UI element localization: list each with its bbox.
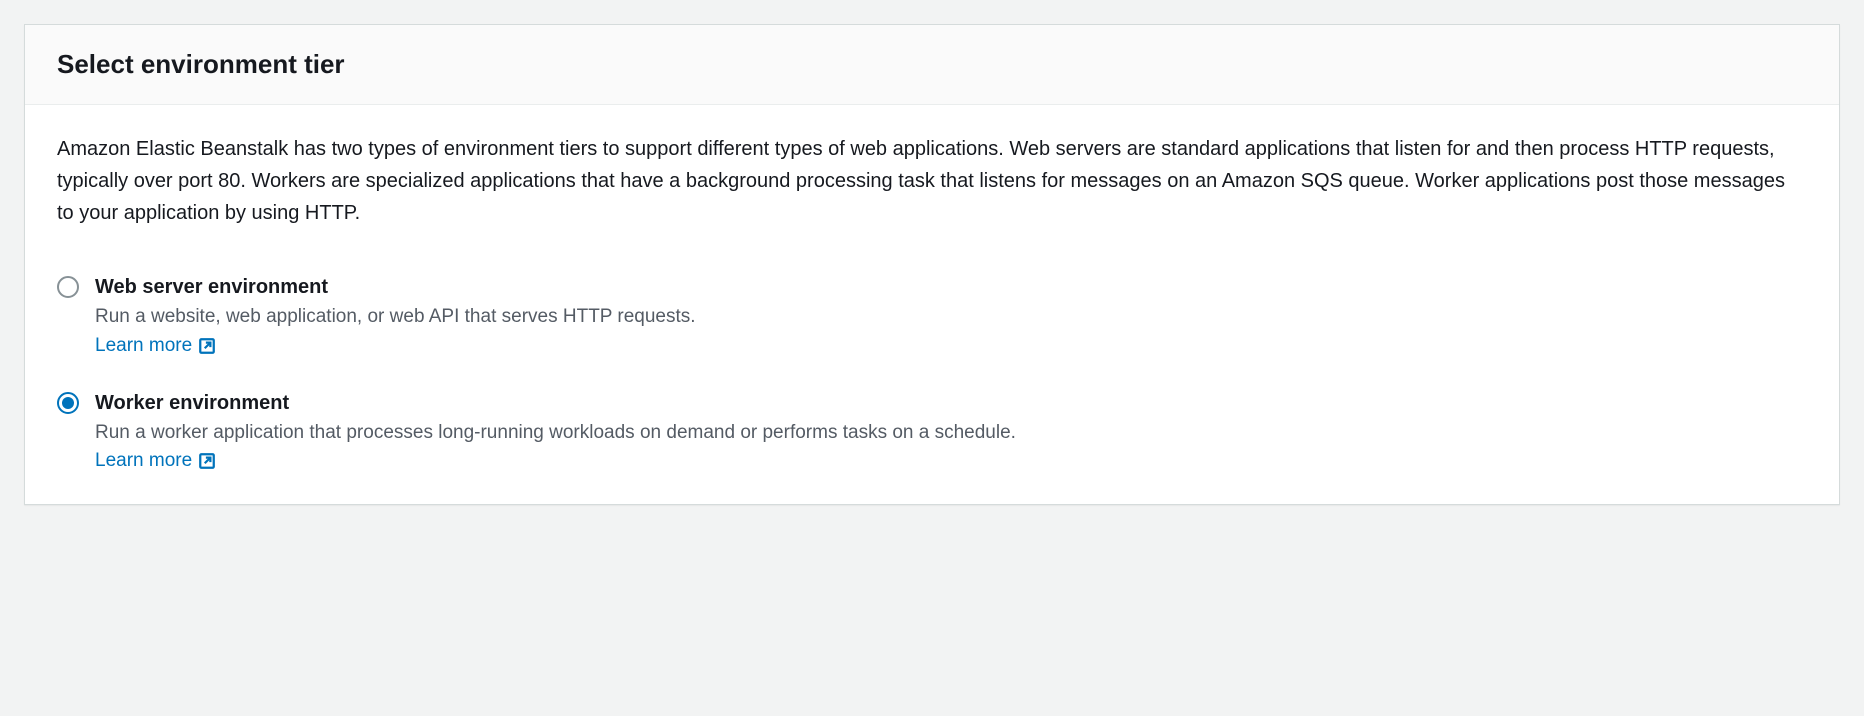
panel-body: Amazon Elastic Beanstalk has two types o… [25, 105, 1839, 504]
panel-description: Amazon Elastic Beanstalk has two types o… [57, 133, 1807, 229]
learn-more-link-web[interactable]: Learn more [95, 335, 216, 357]
learn-more-row-web: Learn more [95, 335, 1807, 357]
radio-content-web-server: Web server environment Run a website, we… [95, 273, 1807, 357]
radio-button-worker[interactable] [57, 392, 79, 414]
radio-option-worker[interactable]: Worker environment Run a worker applicat… [57, 389, 1807, 473]
panel-header: Select environment tier [25, 25, 1839, 105]
radio-content-worker: Worker environment Run a worker applicat… [95, 389, 1807, 473]
radio-title-web-server: Web server environment [95, 273, 1807, 301]
panel-title: Select environment tier [57, 49, 1807, 80]
environment-tier-panel: Select environment tier Amazon Elastic B… [24, 24, 1840, 505]
radio-option-web-server[interactable]: Web server environment Run a website, we… [57, 273, 1807, 357]
external-link-icon [198, 452, 216, 470]
radio-title-worker: Worker environment [95, 389, 1807, 417]
learn-more-label-web: Learn more [95, 335, 192, 357]
external-link-icon [198, 337, 216, 355]
learn-more-label-worker: Learn more [95, 450, 192, 472]
radio-desc-worker: Run a worker application that processes … [95, 419, 1807, 447]
radio-desc-web-server: Run a website, web application, or web A… [95, 303, 1807, 331]
environment-tier-radio-group: Web server environment Run a website, we… [57, 273, 1807, 472]
learn-more-row-worker: Learn more [95, 450, 1807, 472]
learn-more-link-worker[interactable]: Learn more [95, 450, 216, 472]
radio-button-web-server[interactable] [57, 276, 79, 298]
